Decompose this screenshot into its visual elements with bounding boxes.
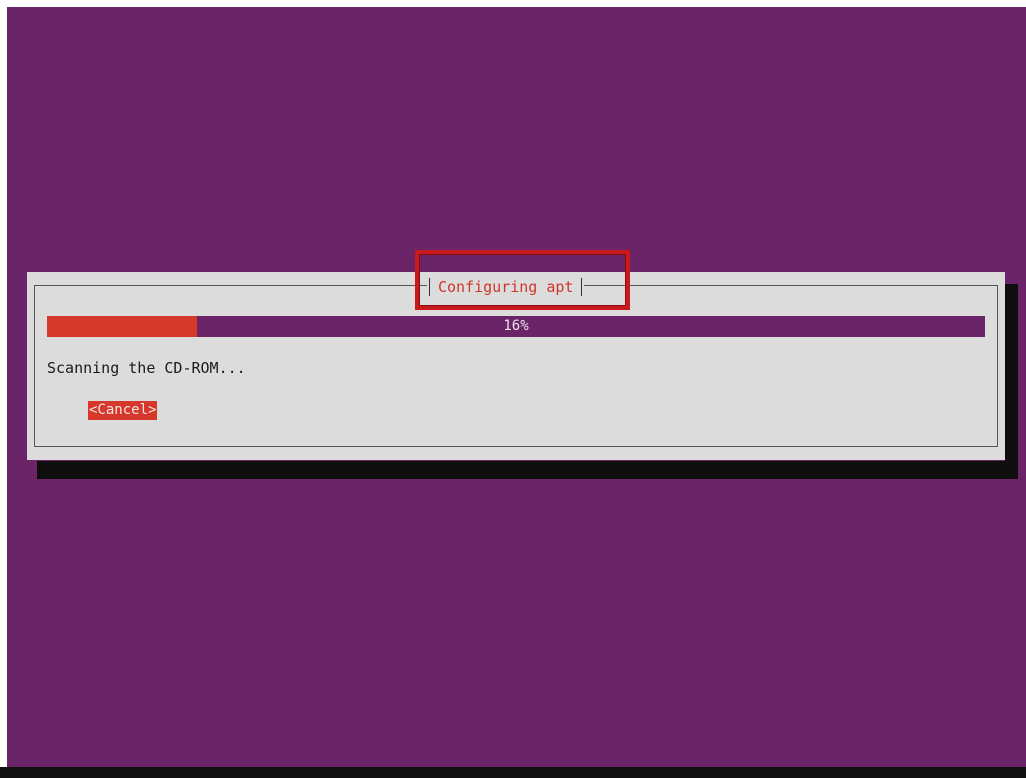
dialog-shadow-side [1005,284,1018,479]
progress-bar: 16% [47,316,985,337]
bottom-bar [0,767,1026,778]
annotation-highlight-box [415,250,630,310]
status-message: Scanning the CD-ROM... [47,359,246,377]
progress-percent-label: 16% [503,318,529,334]
dialog-shadow [37,461,1018,479]
cancel-button[interactable]: <Cancel> [88,401,158,420]
